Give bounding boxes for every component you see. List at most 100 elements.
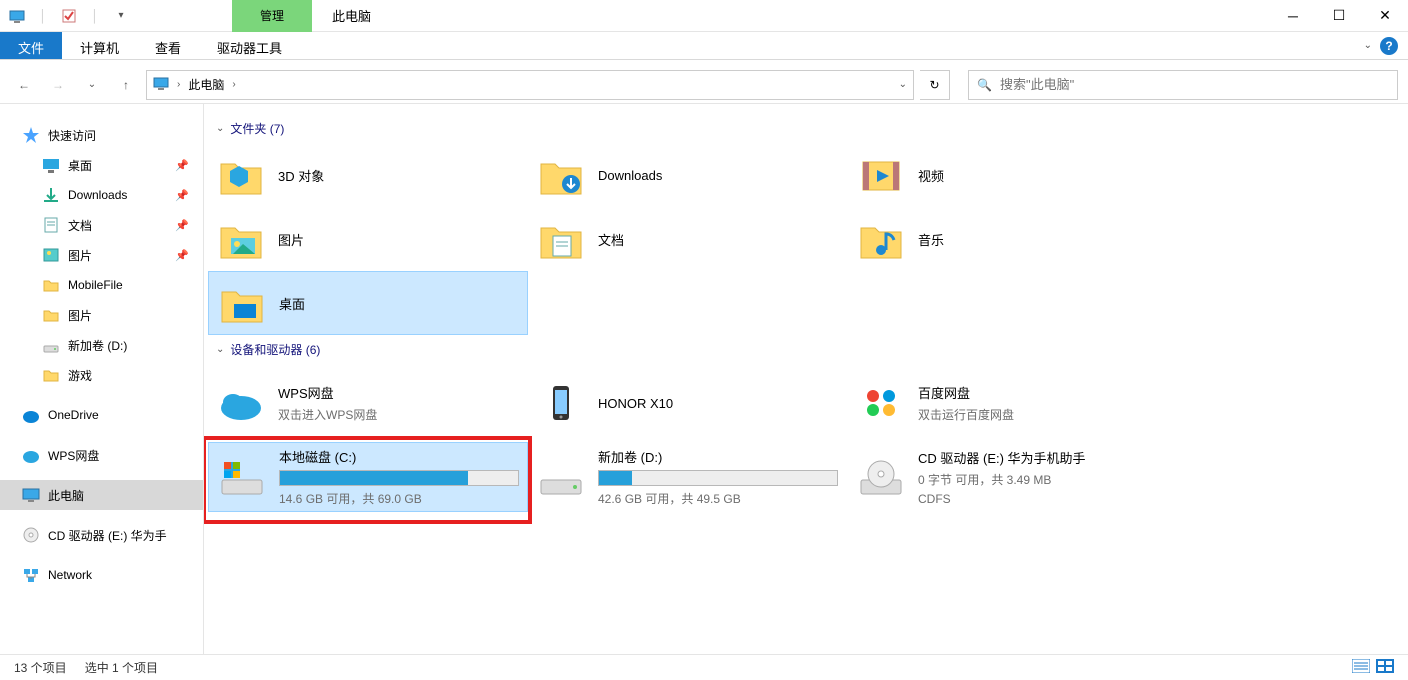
address-bar[interactable]: › 此电脑 › ⌄: [146, 70, 914, 100]
sidebar-item[interactable]: 文档📌: [0, 210, 203, 240]
window-title: 此电脑: [332, 6, 371, 25]
section-header[interactable]: ⌄ 设备和驱动器 (6): [216, 341, 1404, 358]
properties-icon[interactable]: [58, 5, 80, 27]
drive-name: 本地磁盘 (C:): [279, 447, 519, 466]
cd-icon: [856, 456, 906, 498]
search-input[interactable]: [1000, 77, 1389, 92]
search-box[interactable]: 🔍: [968, 70, 1398, 100]
pc-icon: [153, 75, 169, 94]
sidebar-group-onedrive[interactable]: OneDrive: [0, 400, 203, 430]
sidebar-item[interactable]: 图片: [0, 300, 203, 330]
item-name: 音乐: [918, 230, 944, 249]
sidebar-item[interactable]: 桌面📌: [0, 150, 203, 180]
win-drive-icon: [217, 456, 267, 498]
folder-item[interactable]: Downloads: [528, 143, 848, 207]
refresh-button[interactable]: ↻: [920, 70, 950, 100]
folder-item[interactable]: 视频: [848, 143, 1168, 207]
folder-item[interactable]: 图片: [208, 207, 528, 271]
quick-access-toolbar: │ │ ▾: [0, 5, 132, 27]
sidebar-group-wps[interactable]: WPS网盘: [0, 440, 203, 470]
folder-icon: [42, 276, 60, 294]
ribbon-tab-computer[interactable]: 计算机: [62, 32, 137, 59]
drive-name: 百度网盘: [918, 383, 1160, 402]
qat-dropdown-icon[interactable]: ▾: [110, 5, 132, 27]
sidebar-label: Network: [48, 568, 92, 582]
address-dropdown-icon[interactable]: ⌄: [899, 79, 907, 90]
folder-item[interactable]: 桌面: [208, 271, 528, 335]
chevron-down-icon: ⌄: [216, 344, 224, 355]
maximize-button[interactable]: ☐: [1316, 0, 1362, 32]
sidebar-item[interactable]: 新加卷 (D:): [0, 330, 203, 360]
wps-icon: [22, 446, 40, 464]
sidebar-group-pc[interactable]: 此电脑: [0, 480, 203, 510]
tiles-view-icon[interactable]: [1376, 659, 1394, 676]
drive-icon: [42, 336, 60, 354]
details-view-icon[interactable]: [1352, 659, 1370, 676]
chevron-down-icon: ⌄: [216, 123, 224, 134]
sidebar-label: MobileFile: [68, 278, 123, 292]
sidebar-label: OneDrive: [48, 408, 99, 422]
wps-cloud-icon: [216, 382, 266, 424]
statusbar: 13 个项目 选中 1 个项目: [0, 654, 1408, 680]
section-header[interactable]: ⌄ 文件夹 (7): [216, 120, 1404, 137]
minimize-button[interactable]: ─: [1270, 0, 1316, 32]
sidebar-label: CD 驱动器 (E:) 华为手: [48, 527, 167, 544]
context-tab[interactable]: 管理: [232, 0, 312, 32]
ribbon-tab-file[interactable]: 文件: [0, 32, 62, 59]
drive-capacity: 42.6 GB 可用，共 49.5 GB: [598, 490, 840, 507]
navbar: ← → ⌄ ↑ › 此电脑 › ⌄ ↻ 🔍: [0, 66, 1408, 104]
drive-name: HONOR X10: [598, 396, 840, 411]
close-button[interactable]: ✕: [1362, 0, 1408, 32]
nav-up-button[interactable]: ↑: [112, 71, 140, 99]
section-title: 设备和驱动器 (6): [230, 341, 320, 358]
chevron-right-icon[interactable]: ›: [232, 79, 235, 90]
pin-icon: 📌: [175, 249, 189, 262]
drive-item[interactable]: 新加卷 (D:)42.6 GB 可用，共 49.5 GB: [528, 442, 848, 512]
nav-back-button[interactable]: ←: [10, 71, 38, 99]
pin-icon: 📌: [175, 189, 189, 202]
star-icon: [22, 126, 40, 144]
ribbon-expand-icon[interactable]: ⌄: [1364, 40, 1372, 51]
sidebar-item[interactable]: MobileFile: [0, 270, 203, 300]
sidebar-group-cd[interactable]: CD 驱动器 (E:) 华为手: [0, 520, 203, 550]
sidebar-item[interactable]: 图片📌: [0, 240, 203, 270]
folder-item[interactable]: 3D 对象: [208, 143, 528, 207]
drive-item[interactable]: 百度网盘双击运行百度网盘: [848, 368, 1168, 438]
folder-icon: [42, 306, 60, 324]
sidebar-group-network[interactable]: Network: [0, 560, 203, 590]
ribbon-tab-view[interactable]: 查看: [137, 32, 199, 59]
desktop-icon: [42, 156, 60, 174]
status-item-count: 13 个项目: [14, 659, 67, 676]
ribbon: 文件 计算机 查看 驱动器工具 ⌄ ?: [0, 32, 1408, 60]
sidebar-label: 游戏: [68, 367, 92, 384]
nav-history-dropdown[interactable]: ⌄: [78, 71, 106, 99]
folder-icon: [42, 366, 60, 384]
nav-forward-button[interactable]: →: [44, 71, 72, 99]
baidu-icon: [856, 382, 906, 424]
section-title: 文件夹 (7): [230, 120, 284, 137]
drive-item[interactable]: WPS网盘双击进入WPS网盘: [208, 368, 528, 438]
breadcrumb[interactable]: 此电脑: [188, 76, 224, 93]
drive-item[interactable]: 本地磁盘 (C:)14.6 GB 可用，共 69.0 GB: [208, 442, 528, 512]
help-button[interactable]: ?: [1380, 37, 1398, 55]
capacity-bar: [598, 470, 838, 486]
chevron-right-icon[interactable]: ›: [177, 79, 180, 90]
folder-item[interactable]: 文档: [528, 207, 848, 271]
drive-name: WPS网盘: [278, 383, 520, 402]
drive-sub: 双击进入WPS网盘: [278, 406, 520, 423]
drive-item[interactable]: CD 驱动器 (E:) 华为手机助手0 字节 可用，共 3.49 MBCDFS: [848, 442, 1168, 512]
search-icon: 🔍: [977, 78, 992, 92]
music-icon: [856, 214, 906, 264]
content-pane: ⌄ 文件夹 (7) 3D 对象Downloads视频图片文档 音乐桌面 ⌄ 设备和驱动器 …: [204, 104, 1408, 654]
sidebar: 快速访问桌面📌Downloads📌文档📌图片📌 MobileFile 图片新加卷 (…: [0, 104, 204, 654]
sidebar-item[interactable]: Downloads📌: [0, 180, 203, 210]
folder-item[interactable]: 音乐: [848, 207, 1168, 271]
item-name: 桌面: [279, 294, 305, 313]
downloads-icon: [42, 186, 60, 204]
capacity-bar: [279, 470, 519, 486]
ribbon-tab-drivetools[interactable]: 驱动器工具: [199, 32, 300, 59]
drive-item[interactable]: HONOR X10: [528, 368, 848, 438]
docs-icon: [42, 216, 60, 234]
sidebar-group-star[interactable]: 快速访问: [0, 120, 203, 150]
sidebar-item[interactable]: 游戏: [0, 360, 203, 390]
